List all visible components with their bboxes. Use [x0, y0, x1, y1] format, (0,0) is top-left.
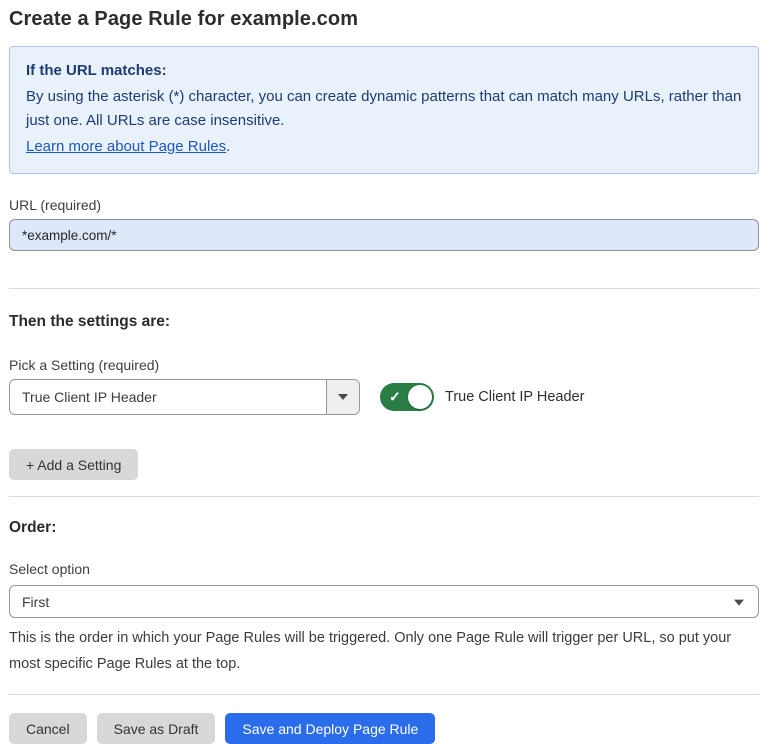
save-and-deploy-button[interactable]: Save and Deploy Page Rule: [225, 713, 435, 744]
cancel-button[interactable]: Cancel: [9, 713, 87, 744]
setting-row: True Client IP Header ✓ True Client IP H…: [9, 379, 759, 415]
section-divider: [9, 496, 759, 497]
link-period: .: [226, 138, 230, 155]
section-divider: [9, 288, 759, 289]
add-setting-button[interactable]: + Add a Setting: [9, 449, 138, 480]
order-select[interactable]: First: [9, 585, 759, 618]
settings-section-heading: Then the settings are:: [9, 313, 759, 331]
order-section-heading: Order:: [9, 519, 759, 537]
check-icon: ✓: [389, 389, 401, 403]
url-field-label: URL (required): [9, 197, 759, 213]
order-select-label: Select option: [9, 561, 759, 577]
order-select-value: First: [10, 594, 61, 610]
setting-select-value: True Client IP Header: [10, 389, 326, 405]
url-input[interactable]: [9, 219, 759, 251]
save-as-draft-button[interactable]: Save as Draft: [97, 713, 216, 744]
page-title: Create a Page Rule for example.com: [9, 8, 759, 31]
order-help-text: This is the order in which your Page Rul…: [9, 625, 754, 677]
toggle-knob: [408, 385, 432, 409]
info-box-heading: If the URL matches:: [26, 59, 742, 83]
chevron-down-icon: [338, 394, 348, 400]
url-match-info-box: If the URL matches: By using the asteris…: [9, 46, 759, 174]
form-actions: Cancel Save as Draft Save and Deploy Pag…: [9, 713, 759, 744]
learn-more-link[interactable]: Learn more about Page Rules: [26, 138, 226, 155]
toggle-label: True Client IP Header: [445, 389, 584, 405]
setting-select[interactable]: True Client IP Header: [9, 379, 360, 415]
info-box-body: By using the asterisk (*) character, you…: [26, 85, 742, 133]
info-link-line: Learn more about Page Rules.: [26, 135, 742, 159]
setting-select-arrow-segment[interactable]: [326, 380, 359, 414]
section-divider: [9, 694, 759, 695]
chevron-down-icon: [734, 599, 744, 605]
pick-setting-label: Pick a Setting (required): [9, 357, 759, 373]
true-client-ip-toggle[interactable]: ✓: [380, 383, 434, 411]
page-rule-form: Create a Page Rule for example.com If th…: [0, 0, 769, 744]
